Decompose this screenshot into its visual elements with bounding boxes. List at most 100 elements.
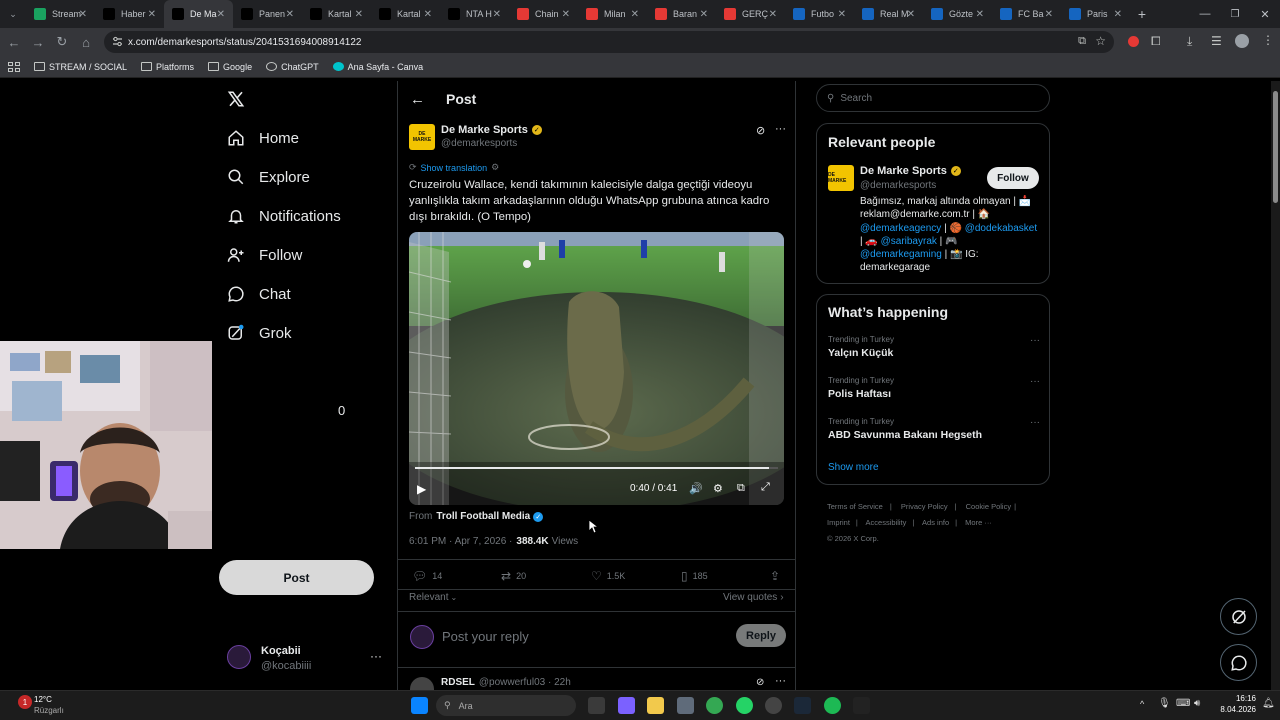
microphone-icon[interactable]: 🎙︎ xyxy=(1158,698,1171,709)
browser-tab[interactable]: Chain ✕ xyxy=(509,0,578,28)
footer-terms-link[interactable]: Terms of Service xyxy=(827,502,883,511)
sort-dropdown[interactable]: Relevant ⌄ xyxy=(409,592,457,603)
nav-grok[interactable]: Grok xyxy=(227,324,292,342)
post-button[interactable]: Post xyxy=(219,560,374,595)
bookmark-chatgpt[interactable]: ChatGPT xyxy=(266,62,319,72)
bookmark-platforms[interactable]: Platforms xyxy=(141,62,194,72)
picture-in-picture-icon[interactable]: ⧉ xyxy=(737,482,745,495)
nav-chat[interactable]: Chat xyxy=(227,285,291,303)
page-scrollbar[interactable] xyxy=(1271,81,1280,690)
extension-red-icon[interactable] xyxy=(1128,36,1139,47)
tab-search-icon[interactable]: ⌄ xyxy=(0,2,26,26)
restore-icon[interactable]: ❐ xyxy=(1220,9,1250,20)
tab-close-icon[interactable]: ✕ xyxy=(976,9,984,20)
profile-avatar-icon[interactable] xyxy=(1235,34,1249,48)
back-arrow-icon[interactable]: ← xyxy=(410,91,425,108)
bookmark-action[interactable]: ▯ 185 xyxy=(681,569,708,583)
volume-icon[interactable]: 🔊 xyxy=(689,482,703,495)
reload-icon[interactable]: ↻ xyxy=(50,30,74,54)
grok-float-button[interactable] xyxy=(1220,598,1257,635)
bookmark-star-icon[interactable]: ☆ xyxy=(1095,34,1106,48)
post-more-icon[interactable]: ··· xyxy=(775,123,786,135)
downloads-icon[interactable]: ⤓ xyxy=(1187,34,1192,49)
person-avatar[interactable]: DE MARKE xyxy=(828,165,854,191)
browser-tab[interactable]: Stream ✕ xyxy=(26,0,95,28)
tab-close-icon[interactable]: ✕ xyxy=(631,9,639,20)
trend-item[interactable]: Trending in Turkey Yalçın Küçük ··· xyxy=(828,335,1040,359)
browser-tab[interactable]: Futbo ✕ xyxy=(785,0,854,28)
browser-tab[interactable]: Kartal ✕ xyxy=(371,0,440,28)
bio-mention[interactable]: @dodekabasket xyxy=(965,223,1037,234)
browser-tab[interactable]: GERÇ ✕ xyxy=(716,0,785,28)
browser-tab[interactable]: Real M ✕ xyxy=(854,0,923,28)
person-name[interactable]: De Marke Sports xyxy=(860,165,947,177)
settings-icon[interactable] xyxy=(677,697,694,714)
browser-tab[interactable]: Baran ✕ xyxy=(647,0,716,28)
grok-explain-icon[interactable]: ⊘ xyxy=(756,124,765,137)
trend-more-icon[interactable]: ··· xyxy=(1030,417,1040,428)
show-translation-link[interactable]: ⟳ Show translation ⚙ xyxy=(409,162,499,173)
play-icon[interactable]: ▶ xyxy=(417,482,426,496)
temperature[interactable]: 12°C xyxy=(34,695,52,704)
minimize-icon[interactable]: — xyxy=(1190,8,1220,20)
trend-more-icon[interactable]: ··· xyxy=(1030,376,1040,387)
fullscreen-icon[interactable]: ⤢ xyxy=(761,481,770,494)
browser-menu-icon[interactable]: ⋮ xyxy=(1262,33,1274,47)
browser-tab[interactable]: Haber ✕ xyxy=(95,0,164,28)
windows-start-icon[interactable] xyxy=(411,697,428,714)
next-reply-grok-icon[interactable]: ⊘ xyxy=(756,677,764,688)
account-avatar[interactable] xyxy=(227,645,251,669)
post-timestamp[interactable]: 6:01 PM · Apr 7, 2026 · xyxy=(409,536,512,547)
footer-privacy-link[interactable]: Privacy Policy xyxy=(901,502,948,511)
next-reply-avatar[interactable] xyxy=(410,677,434,690)
x-logo-icon[interactable] xyxy=(227,90,245,108)
reply-action[interactable]: 💬︎ 14 xyxy=(412,569,442,583)
view-quotes-link[interactable]: View quotes › xyxy=(723,592,784,603)
video-progress-track[interactable] xyxy=(415,467,778,469)
home-icon[interactable]: ⌂ xyxy=(74,30,98,54)
share-icon[interactable]: ⇪ xyxy=(770,569,780,583)
copilot-icon[interactable] xyxy=(618,697,635,714)
tray-chevron-icon[interactable]: ^ xyxy=(1140,699,1144,709)
tab-close-icon[interactable]: ✕ xyxy=(1045,9,1053,20)
browser-tab[interactable]: NTA H ✕ xyxy=(440,0,509,28)
browser-tab[interactable]: Kartal ✕ xyxy=(302,0,371,28)
bio-mention[interactable]: @demarkegaming xyxy=(860,249,942,260)
tab-close-icon[interactable]: ✕ xyxy=(424,9,432,20)
tab-close-icon[interactable]: ✕ xyxy=(493,9,501,20)
nav-explore[interactable]: Explore xyxy=(227,168,310,186)
whatsapp-icon[interactable] xyxy=(736,697,753,714)
new-tab-icon[interactable]: + xyxy=(1130,2,1154,26)
bio-mention[interactable]: @saribayrak xyxy=(881,236,937,247)
source-account[interactable]: Troll Football Media xyxy=(436,511,530,522)
footer-accessibility-link[interactable]: Accessibility xyxy=(866,518,907,527)
browser-tab[interactable]: Milan ✕ xyxy=(578,0,647,28)
tab-close-icon[interactable]: ✕ xyxy=(355,9,363,20)
nav-home[interactable]: Home xyxy=(227,129,299,147)
tab-close-icon[interactable]: ✕ xyxy=(769,9,777,20)
author-name[interactable]: De Marke Sports xyxy=(441,124,528,136)
trend-item[interactable]: Trending in Turkey ABD Savunma Bakanı He… xyxy=(828,417,1040,441)
nav-notifications[interactable]: Notifications xyxy=(227,207,341,225)
search-input[interactable]: ⚲ Search xyxy=(816,84,1050,112)
reply-button[interactable]: Reply xyxy=(736,624,786,647)
back-icon[interactable]: ← xyxy=(2,30,26,54)
next-reply-more-icon[interactable]: ··· xyxy=(775,675,786,687)
video-settings-icon[interactable]: ⚙ xyxy=(713,482,723,495)
network-icon[interactable]: ⌨︎ xyxy=(1176,698,1190,709)
like-action[interactable]: ♡ 1.5K xyxy=(591,569,625,583)
site-info-icon[interactable] xyxy=(112,36,123,47)
forward-icon[interactable]: → xyxy=(26,30,50,54)
notifications-icon[interactable]: 🔔︎ xyxy=(1262,698,1275,709)
clock-date[interactable]: 8.04.2026 xyxy=(1216,705,1256,714)
install-app-icon[interactable]: ⧉ xyxy=(1078,35,1086,48)
clock-time[interactable]: 16:16 xyxy=(1216,694,1256,703)
next-reply-name[interactable]: RDSEL xyxy=(441,677,475,688)
tab-close-icon[interactable]: ✕ xyxy=(217,9,225,20)
account-more-icon[interactable]: ··· xyxy=(370,649,382,663)
tab-close-icon[interactable]: ✕ xyxy=(838,9,846,20)
bio-mention[interactable]: @demarkeagency xyxy=(860,223,941,234)
epic-games-icon[interactable] xyxy=(853,697,870,714)
tab-close-icon[interactable]: ✕ xyxy=(907,9,915,20)
show-more-link[interactable]: Show more xyxy=(828,462,879,473)
